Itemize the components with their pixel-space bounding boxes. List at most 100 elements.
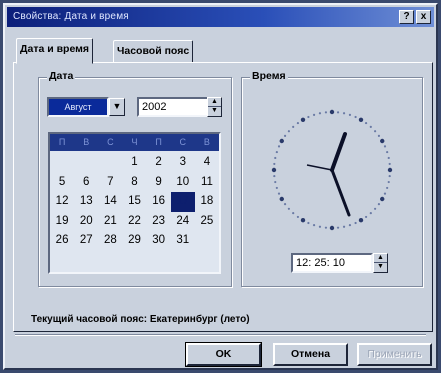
minute-mark [377, 202, 381, 206]
ok-button[interactable]: OK [185, 342, 262, 367]
minute-mark [374, 130, 377, 133]
calendar-day[interactable]: 22 [122, 212, 146, 232]
month-select[interactable]: Август [47, 97, 109, 117]
spin-up-icon[interactable]: ▲ [374, 254, 387, 263]
minute-mark [388, 174, 391, 178]
apply-button[interactable]: Применить [357, 343, 432, 366]
calendar-days: 1 2 3 4 5 6 7 8 9 10 11 12 13 14 15 16 17 18 19 20 21 22 23 24 2… [50, 151, 219, 251]
calendar-day[interactable]: 26 [50, 231, 74, 251]
calendar-day[interactable]: 30 [147, 231, 171, 251]
minute-mark [336, 226, 340, 229]
minute-mark [307, 115, 310, 119]
calendar: ПВСЧПСВ 1 2 3 4 5 6 7 8 9 10 11 12 13 14 15 16 17 18 19 20 2… [48, 132, 221, 274]
tab-date-time[interactable]: Дата и время [16, 38, 94, 64]
spin-up-icon[interactable]: ▲ [208, 98, 221, 107]
month-dropdown-button[interactable]: ▼ [109, 98, 125, 116]
calendar-day[interactable]: 1 [122, 153, 146, 173]
calendar-day[interactable]: 14 [98, 192, 122, 212]
calendar-day[interactable]: 8 [122, 173, 146, 193]
calendar-empty-cell [98, 153, 122, 173]
minute-mark [383, 192, 387, 195]
minute-mark [277, 145, 281, 148]
calendar-day[interactable]: 28 [98, 231, 122, 251]
minute-mark [307, 221, 310, 225]
calendar-day[interactable]: 19 [50, 212, 74, 232]
minute-mark [275, 150, 278, 154]
calendar-empty-cell [50, 153, 74, 173]
minute-mark [386, 150, 389, 154]
window-title: Свойства: Дата и время [13, 11, 129, 22]
calendar-day[interactable]: 3 [171, 153, 195, 173]
weekday-header: В [83, 137, 90, 147]
minute-mark [275, 186, 278, 190]
hour-mark [387, 167, 393, 173]
calendar-day[interactable]: 6 [74, 173, 98, 193]
minute-mark [324, 226, 328, 229]
minute-mark [354, 115, 357, 119]
calendar-day[interactable]: 17 [170, 192, 195, 212]
minute-mark [283, 134, 287, 138]
analog-clock [271, 109, 393, 231]
weekday-header: С [107, 137, 114, 147]
calendar-day[interactable]: 21 [98, 212, 122, 232]
minute-mark [273, 162, 276, 166]
calendar-day[interactable]: 31 [171, 231, 195, 251]
calendar-day[interactable]: 2 [147, 153, 171, 173]
weekday-header: Ч [131, 137, 138, 147]
second-hand [306, 164, 333, 171]
calendar-day[interactable]: 27 [74, 231, 98, 251]
minute-hand [330, 168, 351, 217]
calendar-day[interactable]: 12 [50, 192, 74, 212]
calendar-day[interactable]: 20 [74, 212, 98, 232]
title-bar[interactable]: Свойства: Дата и время ? x [7, 7, 434, 27]
calendar-day[interactable]: 5 [50, 173, 74, 193]
minute-mark [274, 156, 277, 160]
help-button[interactable]: ? [399, 10, 414, 24]
calendar-day[interactable]: 23 [147, 212, 171, 232]
weekday-header: П [58, 137, 66, 147]
calendar-day[interactable]: 29 [122, 231, 146, 251]
cancel-button[interactable]: Отмена [273, 343, 348, 366]
hour-mark [380, 196, 385, 202]
time-spinner[interactable]: ▲ ▼ [373, 253, 388, 273]
minute-mark [369, 125, 372, 128]
hour-mark [358, 218, 364, 223]
hour-hand [330, 132, 347, 172]
calendar-day[interactable]: 24 [171, 212, 195, 232]
calendar-day[interactable]: 9 [147, 173, 171, 193]
hour-mark [380, 138, 385, 144]
minute-mark [296, 121, 300, 125]
minute-mark [342, 112, 346, 115]
minute-mark [287, 130, 290, 133]
year-field[interactable]: 2002 [137, 97, 209, 117]
minute-mark [312, 113, 316, 116]
minute-mark [292, 125, 295, 128]
hour-mark [358, 117, 364, 122]
minute-mark [388, 162, 391, 166]
calendar-day[interactable]: 13 [74, 192, 98, 212]
minute-mark [283, 202, 287, 206]
hour-mark [329, 225, 335, 231]
close-button[interactable]: x [416, 10, 431, 24]
spin-down-icon[interactable]: ▼ [374, 263, 387, 272]
calendar-day[interactable]: 16 [147, 192, 171, 212]
minute-mark [274, 180, 277, 184]
current-time-zone-text: Текущий часовой пояс: Екатеринбург (лето… [31, 314, 250, 325]
hour-mark [271, 167, 277, 173]
minute-mark [374, 207, 377, 210]
calendar-day[interactable]: 7 [98, 173, 122, 193]
calendar-day[interactable]: 18 [195, 192, 219, 212]
spin-down-icon[interactable]: ▼ [208, 107, 221, 116]
calendar-day[interactable]: 10 [171, 173, 195, 193]
calendar-day[interactable]: 15 [122, 192, 146, 212]
calendar-empty-cell [195, 231, 219, 251]
calendar-day[interactable]: 4 [195, 153, 219, 173]
minute-mark [342, 225, 346, 228]
calendar-day[interactable]: 25 [195, 212, 219, 232]
year-spinner[interactable]: ▲ ▼ [207, 97, 222, 117]
time-field[interactable]: 12: 25: 10 [291, 253, 373, 273]
minute-mark [318, 112, 322, 115]
calendar-day[interactable]: 11 [195, 173, 219, 193]
tab-time-zone[interactable]: Часовой пояс [113, 40, 194, 63]
calendar-empty-cell [74, 153, 98, 173]
